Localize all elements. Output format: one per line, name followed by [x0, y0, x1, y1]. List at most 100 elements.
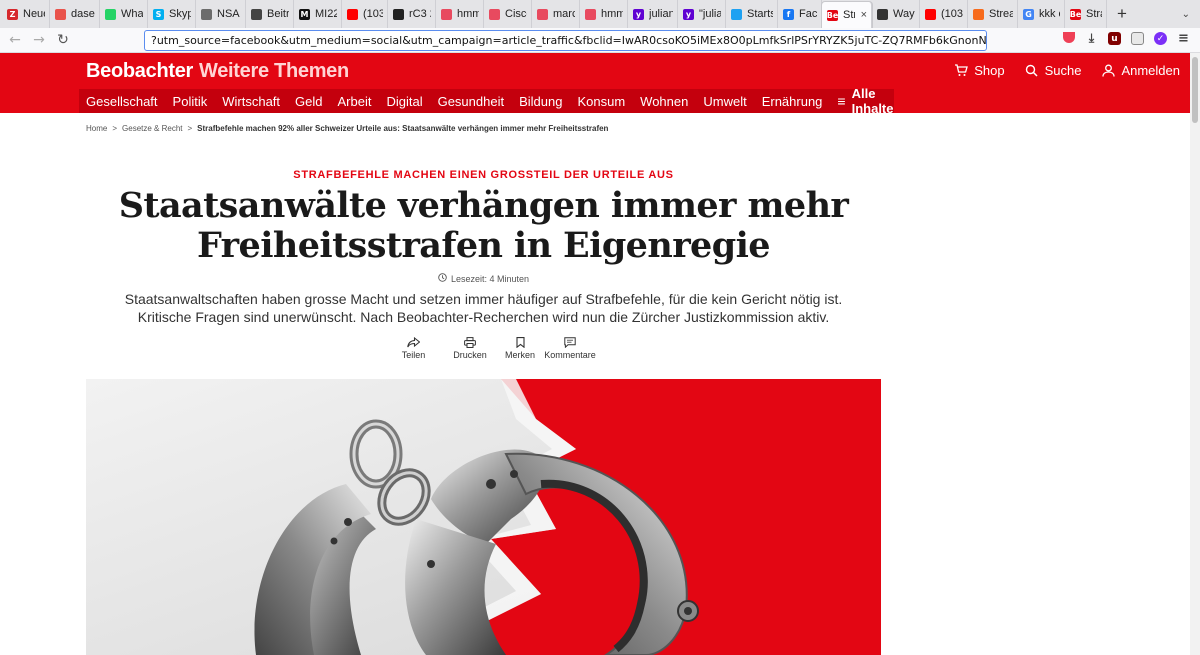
header-actions: Shop Suche Anmelden [954, 63, 1180, 78]
tab-title: Cisco [505, 8, 527, 20]
tab-close-icon[interactable]: × [861, 9, 867, 21]
nav-item[interactable]: Politik [173, 94, 208, 109]
forward-icon[interactable]: → [27, 32, 51, 48]
nav-item[interactable]: Umwelt [703, 94, 746, 109]
nav-item[interactable]: Ernährung [762, 94, 823, 109]
page-scrollbar[interactable] [1190, 53, 1200, 655]
browser-tab[interactable]: Gkkk c [1018, 0, 1065, 28]
pocket-icon[interactable] [1063, 32, 1075, 43]
search-label: Suche [1044, 63, 1082, 78]
shop-link[interactable]: Shop [954, 63, 1005, 78]
browser-tab[interactable]: M MI22 [294, 0, 342, 28]
browser-tab[interactable]: Cisco [484, 0, 532, 28]
tab-favicon-icon [251, 8, 262, 20]
browser-tab[interactable]: rC3 2 [388, 0, 436, 28]
browser-tab[interactable]: NSA [196, 0, 246, 28]
url-input[interactable]: ?utm_source=facebook&utm_medium=social&u… [144, 30, 987, 51]
search-link[interactable]: Suche [1025, 63, 1082, 78]
bookmark-button[interactable]: Merken [500, 334, 540, 360]
browser-tab[interactable]: marc [532, 0, 580, 28]
nav-item[interactable]: Arbeit [338, 94, 372, 109]
browser-tab[interactable]: Z Neue [2, 0, 50, 28]
nav-item[interactable]: Konsum [577, 94, 625, 109]
browser-tab[interactable]: daseinsa [50, 0, 100, 28]
tab-title: What [121, 8, 143, 20]
tab-favicon-icon: G [1023, 8, 1034, 20]
browser-nav-bar: ← → ↻ ?utm_source=facebook&utm_medium=so… [0, 28, 1200, 53]
menu-icon[interactable]: ≡ [1177, 31, 1190, 46]
browser-tab[interactable]: f Faceb [778, 0, 822, 28]
browser-tab[interactable]: hmm [580, 0, 628, 28]
browser-tab[interactable]: Strea [968, 0, 1018, 28]
browser-tab[interactable]: (1035 [920, 0, 968, 28]
all-content-button[interactable]: ≡ Alle Inhalte [837, 86, 893, 116]
browser-tab[interactable]: Be Straf [1065, 0, 1107, 28]
back-icon[interactable]: ← [3, 32, 27, 48]
browser-tab[interactable]: Be Str × [822, 2, 872, 28]
comments-button[interactable]: Kommentare [542, 334, 598, 360]
main-navigation: Gesellschaft Politik Wirtschaft Geld Arbeit D… [79, 86, 894, 116]
new-tab-button[interactable]: + [1107, 4, 1137, 24]
share-button[interactable]: Teilen [397, 334, 430, 360]
article-lead: Staatsanwaltschaften haben grosse Macht … [124, 291, 843, 325]
section-title[interactable]: Weitere Themen [199, 60, 349, 83]
browser-tab[interactable]: y julian [628, 0, 678, 28]
tab-title: (1035 [941, 8, 963, 20]
browser-tab[interactable]: S Skyp [148, 0, 196, 28]
reading-time: Lesezeit: 4 Minuten [86, 273, 881, 284]
nav-item[interactable]: Gesundheit [438, 94, 505, 109]
breadcrumb: Home > Gesetze & Recht > Strafbefehle machen… [86, 124, 608, 133]
tab-list-icon[interactable]: ⌄ [1182, 9, 1190, 20]
print-button[interactable]: Drucken [442, 334, 498, 360]
reload-icon[interactable]: ↻ [51, 32, 75, 48]
tab-favicon-icon [585, 8, 596, 20]
tab-favicon-icon [489, 8, 500, 20]
tab-favicon-icon [393, 8, 404, 20]
shop-label: Shop [974, 63, 1005, 78]
extension-shield-icon[interactable] [1131, 32, 1144, 45]
tab-title: (1035 PLAYIN [363, 8, 383, 20]
nav-item[interactable]: Wirtschaft [222, 94, 280, 109]
tab-title: julian [649, 8, 673, 20]
tab-title: NSA [217, 8, 240, 20]
breadcrumb-home[interactable]: Home [86, 124, 107, 133]
nav-item[interactable]: Gesellschaft [86, 94, 158, 109]
hero-image [86, 379, 881, 655]
cart-icon [954, 64, 969, 78]
nav-item[interactable]: Wohnen [640, 94, 688, 109]
nav-item[interactable]: Geld [295, 94, 322, 109]
search-icon [1025, 64, 1039, 78]
breadcrumb-separator: > [112, 124, 118, 133]
tab-favicon-icon: y [683, 8, 694, 20]
breadcrumb-section[interactable]: Gesetze & Recht [122, 124, 182, 133]
article-actions: Teilen Drucken Merken Kommentare [397, 334, 598, 360]
breadcrumb-current: Strafbefehle machen 92% aller Schweizer … [197, 124, 609, 133]
downloads-icon[interactable]: ⤓ [1085, 31, 1098, 45]
browser-tab[interactable]: y "julia [678, 0, 726, 28]
browser-tab[interactable]: Wayb [872, 0, 920, 28]
extension-check-icon[interactable]: ✓ [1154, 32, 1167, 45]
browser-tab[interactable]: (1035 PLAYIN [342, 0, 388, 28]
login-link[interactable]: Anmelden [1101, 63, 1180, 78]
tab-title: "julia [699, 8, 721, 20]
browser-tab[interactable]: Beitr [246, 0, 294, 28]
bookmark-label: Merken [504, 350, 535, 360]
site-logo[interactable]: Beobachter [86, 60, 193, 83]
hamburger-icon: ≡ [837, 93, 846, 109]
tab-title: kkk c [1039, 8, 1060, 20]
tab-favicon-icon [731, 8, 742, 20]
nav-item[interactable]: Bildung [519, 94, 562, 109]
browser-toolbar-icons: ⤓ u ✓ ≡ [1063, 31, 1190, 46]
nav-item[interactable]: Digital [386, 94, 422, 109]
tab-title: Skyp [169, 8, 191, 20]
scrollbar-thumb[interactable] [1192, 57, 1198, 123]
tab-favicon-icon [347, 8, 358, 20]
browser-tab[interactable]: What [100, 0, 148, 28]
breadcrumb-separator: > [187, 124, 193, 133]
browser-tab[interactable]: Startse [726, 0, 778, 28]
comment-icon [564, 334, 576, 350]
browser-tab[interactable]: hmm [436, 0, 484, 28]
extension-ublock-icon[interactable]: u [1108, 32, 1121, 45]
user-icon [1101, 64, 1115, 78]
comments-label: Kommentare [544, 350, 596, 360]
